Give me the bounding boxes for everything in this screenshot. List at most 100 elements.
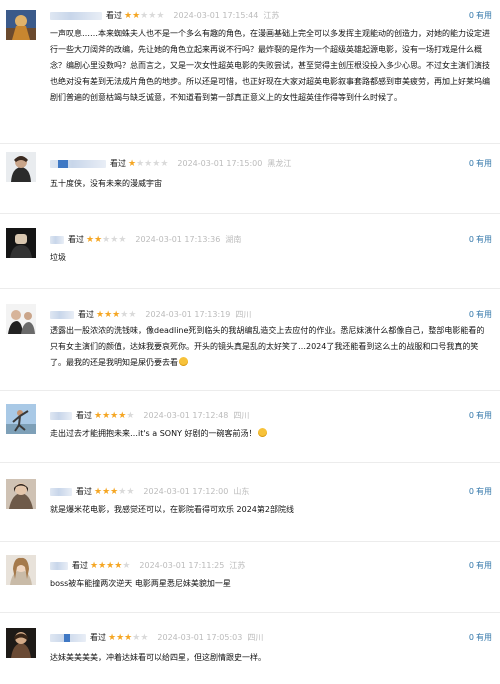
username-link[interactable]	[50, 12, 102, 20]
comment-text: boss被车能撞两次逆天 电影两星悉尼妹美貌加一星	[50, 576, 490, 592]
avatar-image	[6, 479, 36, 509]
comment-location: 四川	[247, 633, 264, 642]
comment-text: 走出过去才能拥抱未来…it's a SONY 好剧的一碗客前汤！	[50, 426, 490, 442]
useful-vote-button[interactable]: 0 有用	[469, 486, 492, 498]
avatar[interactable]	[6, 555, 36, 585]
avatar[interactable]	[6, 152, 36, 182]
comment-location: 湖南	[225, 235, 242, 244]
star-icon: ★	[140, 633, 149, 643]
useful-vote-button[interactable]: 0 有用	[469, 10, 492, 22]
avatar[interactable]	[6, 628, 36, 658]
comment-text: 五十度侠，没有未来的漫威宇宙	[50, 176, 490, 192]
comment-location: 江苏	[229, 561, 246, 570]
star-icon: ★	[96, 310, 105, 320]
comment-text: 一声叹息……本来蜘蛛夫人也不是一个多么有趣的角色，在漫画基础上完全可以多发挥主观…	[50, 26, 490, 106]
avatar-image	[6, 404, 36, 434]
star-icon: ★	[110, 235, 119, 245]
star-icon: ★	[148, 11, 157, 21]
avatar[interactable]	[6, 479, 36, 509]
useful-vote-button[interactable]: 0 有用	[469, 309, 492, 321]
useful-label: 有用	[476, 633, 492, 642]
star-icon: ★	[144, 159, 153, 169]
comment-time: 2024-03-01 17:12:48	[143, 411, 229, 420]
comment-body: 走出过去才能拥抱未来…it's a SONY 好剧的一碗客前汤！	[50, 429, 257, 438]
username-highlight	[58, 160, 68, 168]
star-icon: ★	[140, 11, 149, 21]
comment-body: 达妹美美美美，冲着达妹看可以给四星，但这剧情跟史一样。	[50, 653, 266, 662]
star-icon: ★	[106, 561, 115, 571]
star-icon: ★	[122, 561, 131, 571]
avatar-image	[6, 10, 36, 40]
comment-time: 2024-03-01 17:13:36	[135, 235, 221, 244]
useful-count: 0	[468, 633, 474, 642]
username-link[interactable]	[50, 412, 72, 420]
comment-body: boss被车能撞两次逆天 电影两星悉尼妹美貌加一星	[50, 579, 231, 588]
comment-text: 就是爆米花电影，我感觉还可以，在影院看得可欢乐 2024第2部院线	[50, 502, 490, 518]
divider	[0, 288, 500, 289]
star-icon: ★	[128, 159, 137, 169]
useful-count: 0	[468, 11, 474, 20]
star-icon: ★	[124, 11, 133, 21]
useful-vote-button[interactable]: 0 有用	[469, 560, 492, 572]
username-link[interactable]	[50, 488, 72, 496]
useful-label: 有用	[476, 310, 492, 319]
avatar[interactable]	[6, 10, 36, 40]
star-icon: ★	[94, 487, 103, 497]
star-icon: ★	[126, 487, 135, 497]
useful-label: 有用	[476, 11, 492, 20]
avatar-image	[6, 555, 36, 585]
rated-label: 看过	[76, 487, 92, 496]
username-link[interactable]	[50, 634, 86, 642]
star-icon: ★	[126, 411, 135, 421]
star-icon: ★	[160, 159, 169, 169]
comment-meta: 看过 ★ ★ ★ ★ ★ 2024-03-01 17:15:44 江苏	[50, 10, 279, 22]
avatar[interactable]	[6, 228, 36, 258]
star-icon: ★	[124, 633, 133, 643]
comment-location: 四川	[235, 310, 252, 319]
useful-count: 0	[468, 411, 474, 420]
username-link[interactable]	[50, 160, 106, 168]
useful-vote-button[interactable]: 0 有用	[469, 410, 492, 422]
rated-label: 看过	[78, 310, 94, 319]
comment-meta: 看过 ★ ★ ★ ★ ★ 2024-03-01 17:12:00 山东	[50, 486, 249, 498]
comment-time: 2024-03-01 17:11:25	[139, 561, 225, 570]
divider	[0, 143, 500, 144]
comment-time: 2024-03-01 17:13:19	[145, 310, 231, 319]
divider	[0, 612, 500, 613]
emoji-icon	[257, 428, 267, 437]
username-link[interactable]	[50, 236, 64, 244]
useful-label: 有用	[476, 561, 492, 570]
divider	[0, 390, 500, 391]
comment-text: 透露出一股浓浓的洗钱味，像deadline死到临头的我胡编乱造交上去应付的作业。…	[50, 323, 490, 371]
username-link[interactable]	[50, 311, 74, 319]
emoji-icon	[179, 357, 188, 366]
star-icon: ★	[102, 235, 111, 245]
comment-text: 垃圾	[50, 250, 490, 266]
useful-vote-button[interactable]: 0 有用	[469, 234, 492, 246]
avatar[interactable]	[6, 404, 36, 434]
comment-location: 四川	[233, 411, 250, 420]
star-icon: ★	[118, 487, 127, 497]
username-link[interactable]	[50, 562, 68, 570]
comment-meta: 看过 ★ ★ ★ ★ ★ 2024-03-01 17:13:36 湖南	[50, 234, 241, 246]
avatar-image	[6, 152, 36, 182]
star-icon: ★	[104, 310, 113, 320]
rated-label: 看过	[106, 11, 122, 20]
star-icon: ★	[132, 633, 141, 643]
comment-body: 透露出一股浓浓的洗钱味，像deadline死到临头的我胡编乱造交上去应付的作业。…	[50, 326, 485, 367]
star-icon: ★	[102, 487, 111, 497]
rated-label: 看过	[90, 633, 106, 642]
star-icon: ★	[110, 487, 119, 497]
star-icon: ★	[86, 235, 95, 245]
useful-vote-button[interactable]: 0 有用	[469, 632, 492, 644]
avatar[interactable]	[6, 304, 36, 334]
star-icon: ★	[108, 633, 117, 643]
useful-count: 0	[468, 310, 474, 319]
useful-vote-button[interactable]: 0 有用	[469, 158, 492, 170]
star-icon: ★	[116, 633, 125, 643]
star-icon: ★	[112, 310, 121, 320]
star-icon: ★	[94, 411, 103, 421]
comment-meta: 看过 ★ ★ ★ ★ ★ 2024-03-01 17:11:25 江苏	[50, 560, 245, 572]
useful-count: 0	[468, 487, 474, 496]
comment-location: 山东	[233, 487, 250, 496]
